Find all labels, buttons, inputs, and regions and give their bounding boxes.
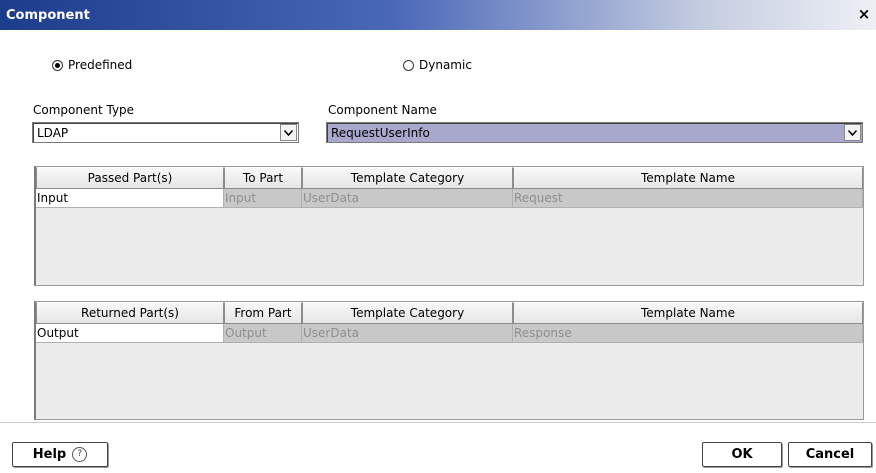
footer-divider — [0, 422, 876, 423]
radio-predefined[interactable]: Predefined — [52, 58, 132, 72]
template-category-cell: UserData — [302, 189, 513, 208]
from-part-cell: Output — [224, 324, 302, 343]
column-header-template-category[interactable]: Template Category — [302, 167, 513, 189]
column-header-returned-parts[interactable]: Returned Part(s) — [36, 302, 224, 324]
template-category-cell: UserData — [302, 324, 513, 343]
window-title: Component — [6, 8, 90, 23]
close-icon[interactable]: × — [856, 6, 872, 22]
help-icon: ? — [72, 447, 88, 462]
template-name-cell: Request — [513, 189, 863, 208]
component-name-label: Component Name — [328, 103, 437, 117]
passed-parts-table: Passed Part(s) To Part Template Category… — [34, 166, 864, 286]
column-header-template-name[interactable]: Template Name — [513, 302, 863, 324]
cancel-button[interactable]: Cancel — [788, 442, 872, 467]
returned-part-cell[interactable]: Output — [36, 324, 224, 343]
column-header-to-part[interactable]: To Part — [224, 167, 302, 189]
component-type-select[interactable]: LDAP — [32, 122, 299, 143]
radio-dynamic[interactable]: Dynamic — [403, 58, 472, 72]
returned-parts-table: Returned Part(s) From Part Template Cate… — [34, 301, 864, 420]
cancel-button-label: Cancel — [805, 447, 855, 462]
title-bar: Component × — [0, 0, 876, 30]
help-button-label: Help — [32, 447, 67, 462]
radio-checked-icon[interactable] — [52, 59, 63, 71]
to-part-cell: Input — [224, 189, 302, 208]
component-name-select[interactable]: RequestUserInfo — [326, 122, 863, 143]
column-header-template-category[interactable]: Template Category — [302, 302, 513, 324]
column-header-template-name[interactable]: Template Name — [513, 167, 863, 189]
ok-button-label: OK — [731, 447, 753, 462]
component-type-value: LDAP — [37, 125, 69, 140]
help-button[interactable]: Help ? — [12, 442, 108, 467]
column-header-passed-parts[interactable]: Passed Part(s) — [36, 167, 224, 189]
chevron-down-icon[interactable] — [844, 124, 861, 141]
component-type-label: Component Type — [33, 103, 135, 117]
radio-unchecked-icon[interactable] — [403, 59, 414, 71]
chevron-down-icon[interactable] — [280, 124, 297, 141]
radio-dynamic-label: Dynamic — [419, 58, 472, 72]
radio-predefined-label: Predefined — [68, 58, 133, 72]
column-header-from-part[interactable]: From Part — [224, 302, 302, 324]
ok-button[interactable]: OK — [702, 442, 782, 467]
template-name-cell: Response — [513, 324, 863, 343]
component-name-value: RequestUserInfo — [331, 125, 430, 140]
passed-part-cell[interactable]: Input — [36, 189, 224, 208]
